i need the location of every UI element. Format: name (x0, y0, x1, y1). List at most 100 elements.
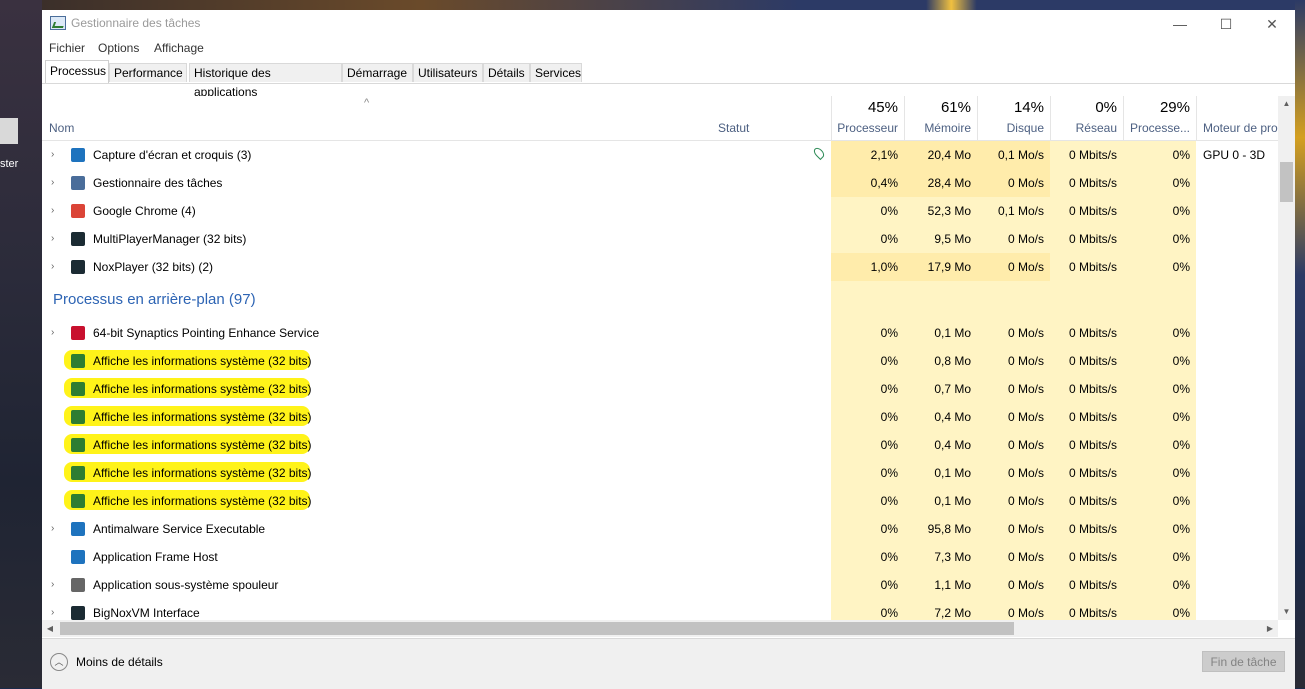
cell-disk: 0 Mo/s (977, 225, 1050, 253)
cell-mem: 52,3 Mo (904, 197, 977, 225)
tab-utilisateurs[interactable]: Utilisateurs (413, 63, 483, 82)
end-task-button[interactable]: Fin de tâche (1202, 651, 1285, 672)
cell-net: 0 Mbits/s (1050, 225, 1123, 253)
expand-chevron-icon[interactable]: › (51, 523, 54, 534)
menu-fichier[interactable]: Fichier (49, 41, 85, 55)
table-row[interactable]: Affiche les informations système (32 bit… (42, 431, 1280, 459)
cell-disk: 0 Mo/s (977, 347, 1050, 375)
desktop-shortcut-icon[interactable] (0, 118, 18, 144)
cell-net: 0 Mbits/s (1050, 487, 1123, 515)
section-cell (1050, 281, 1123, 319)
cell-cpu: 0% (831, 515, 904, 543)
tab-historique[interactable]: Historique des applications (189, 63, 342, 99)
cell-gpu: 0% (1123, 571, 1196, 599)
table-row[interactable]: › 64-bit Synaptics Pointing Enhance Servi… (42, 319, 1280, 347)
disk-total-pct: 14% (1013, 99, 1044, 116)
table-row[interactable]: Affiche les informations système (32 bit… (42, 347, 1280, 375)
cell-cpu: 2,1% (831, 141, 904, 169)
cell-cpu: 0% (831, 403, 904, 431)
expand-chevron-icon[interactable]: › (51, 177, 54, 188)
cell-gpu-engine (1196, 543, 1280, 571)
table-row[interactable]: Affiche les informations système (32 bit… (42, 459, 1280, 487)
table-row[interactable]: › BigNoxVM Interface 0% 7,2 Mo 0 Mo/s 0 Mbits… (42, 599, 1280, 620)
expand-chevron-icon[interactable]: › (51, 149, 54, 160)
title-bar[interactable]: Gestionnaire des tâches — ☐ ✕ (42, 10, 1295, 38)
process-name: Google Chrome (4) (93, 204, 196, 218)
horizontal-scroll-thumb[interactable] (60, 622, 1014, 635)
fewer-details-button[interactable]: Moins de détails (76, 655, 163, 669)
column-header-status[interactable]: Statut (718, 121, 749, 135)
table-row[interactable]: › Gestionnaire des tâches 0,4% 28,4 Mo 0 Mo/… (42, 169, 1280, 197)
process-icon (71, 176, 85, 190)
process-icon (71, 578, 85, 592)
column-header-gpu-engine[interactable]: Moteur de proces (1196, 96, 1280, 140)
tab-performance[interactable]: Performance (109, 63, 187, 82)
table-row[interactable]: › NoxPlayer (32 bits) (2) 1,0% 17,9 Mo 0 Mo/… (42, 253, 1280, 281)
cell-mem: 0,8 Mo (904, 347, 977, 375)
column-header-name[interactable]: Nom (49, 121, 74, 135)
expand-chevron-icon[interactable]: › (51, 607, 54, 618)
process-name: Affiche les informations système (32 bit… (93, 382, 312, 396)
process-grid: ^ Nom Statut 45% Processeur 61% Mémoire … (42, 96, 1280, 620)
expand-chevron-icon[interactable]: › (51, 579, 54, 590)
cell-cpu: 0% (831, 319, 904, 347)
table-row[interactable]: Affiche les informations système (32 bit… (42, 487, 1280, 515)
cell-gpu-engine (1196, 253, 1280, 281)
tab-details[interactable]: Détails (483, 63, 530, 82)
expand-chevron-icon[interactable]: › (51, 327, 54, 338)
column-header-memory[interactable]: 61% Mémoire (904, 96, 977, 140)
table-row[interactable]: › Antimalware Service Executable 0% 95,8 Mo… (42, 515, 1280, 543)
column-header-cpu[interactable]: 45% Processeur (831, 96, 904, 140)
minimize-button[interactable]: — (1157, 13, 1203, 35)
process-icon (71, 522, 85, 536)
tab-strip: Processus Performance Historique des app… (42, 60, 1295, 99)
table-row[interactable]: › Application sous-système spouleur 0% 1,1 … (42, 571, 1280, 599)
column-header-network[interactable]: 0% Réseau (1050, 96, 1123, 140)
close-button[interactable]: ✕ (1249, 13, 1295, 35)
cell-cpu: 0% (831, 599, 904, 620)
table-row[interactable]: Affiche les informations système (32 bit… (42, 403, 1280, 431)
cell-mem: 0,4 Mo (904, 403, 977, 431)
column-header-gpu[interactable]: 29% Processe... (1123, 96, 1196, 140)
process-name: NoxPlayer (32 bits) (2) (93, 260, 214, 274)
cell-cpu: 0% (831, 543, 904, 571)
table-row[interactable]: › MultiPlayerManager (32 bits) 0% 9,5 Mo 0 M… (42, 225, 1280, 253)
scroll-right-arrow-icon[interactable]: ▶ (1262, 620, 1278, 637)
cell-disk: 0 Mo/s (977, 543, 1050, 571)
horizontal-scrollbar[interactable]: ◀ ▶ (42, 620, 1278, 637)
cell-gpu: 0% (1123, 459, 1196, 487)
tab-services[interactable]: Services (530, 63, 582, 82)
cell-net: 0 Mbits/s (1050, 347, 1123, 375)
cell-mem: 20,4 Mo (904, 141, 977, 169)
table-row[interactable]: › Capture d'écran et croquis (3) 2,1% 20,4 … (42, 141, 1280, 169)
process-name: Antimalware Service Executable (93, 522, 266, 536)
section-title: Processus en arrière-plan (97) (53, 291, 256, 308)
cell-gpu-engine (1196, 515, 1280, 543)
tab-demarrage[interactable]: Démarrage (342, 63, 413, 82)
cell-cpu: 0,4% (831, 169, 904, 197)
grid-header: ^ Nom Statut 45% Processeur 61% Mémoire … (42, 96, 1280, 141)
expand-chevron-icon[interactable]: › (51, 205, 54, 216)
menu-affichage[interactable]: Affichage (154, 41, 204, 55)
table-row[interactable]: Application Frame Host 0% 7,3 Mo 0 Mo/s 0 Mb… (42, 543, 1280, 571)
cell-gpu-engine: GPU 0 - 3D (1203, 148, 1266, 162)
chevron-up-icon[interactable]: ︿ (50, 653, 68, 671)
expand-chevron-icon[interactable]: › (51, 233, 54, 244)
table-row[interactable]: Affiche les informations système (32 bit… (42, 375, 1280, 403)
cell-gpu: 0% (1123, 487, 1196, 515)
maximize-button[interactable]: ☐ (1203, 13, 1249, 35)
column-header-disk[interactable]: 14% Disque (977, 96, 1050, 140)
scroll-left-arrow-icon[interactable]: ◀ (42, 620, 58, 637)
expand-chevron-icon[interactable]: › (51, 261, 54, 272)
menu-options[interactable]: Options (98, 41, 139, 55)
cell-net: 0 Mbits/s (1050, 197, 1123, 225)
scroll-up-arrow-icon[interactable]: ▲ (1278, 96, 1295, 112)
tab-processus[interactable]: Processus (45, 60, 109, 83)
scroll-down-arrow-icon[interactable]: ▼ (1278, 604, 1295, 620)
cell-disk: 0 Mo/s (977, 403, 1050, 431)
gpu-label: Processe... (1129, 121, 1190, 135)
vertical-scrollbar[interactable]: ▲ ▼ (1278, 96, 1295, 620)
table-row[interactable]: › Google Chrome (4) 0% 52,3 Mo 0,1 Mo/s 0 Mbi… (42, 197, 1280, 225)
vertical-scroll-thumb[interactable] (1280, 162, 1293, 202)
cell-disk: 0 Mo/s (977, 253, 1050, 281)
